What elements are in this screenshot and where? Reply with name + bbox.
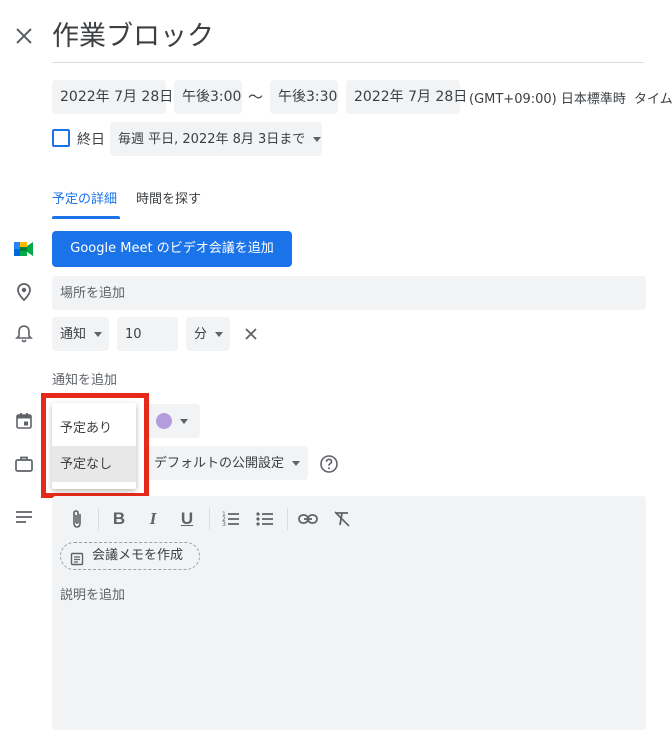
timezone-link[interactable]: タイム: [634, 88, 672, 107]
google-meet-icon: [14, 240, 34, 258]
toolbar-divider: [287, 508, 288, 530]
notification-unit-value: 分: [194, 327, 208, 342]
notification-amount-value: 10: [125, 327, 142, 342]
notification-amount-input[interactable]: 10: [117, 317, 178, 351]
menu-option-free[interactable]: 予定なし: [52, 446, 136, 482]
tab-find-time[interactable]: 時間を探す: [136, 188, 201, 218]
notification-type-select[interactable]: 通知: [52, 317, 109, 351]
toolbar-divider: [209, 508, 210, 530]
location-pin-icon: [14, 282, 34, 302]
toolbar-divider: [98, 508, 99, 530]
tab-details-underline: [52, 216, 120, 219]
create-meeting-notes-button[interactable]: 会議メモを作成: [60, 542, 200, 570]
description-icon: [15, 510, 33, 524]
italic-icon[interactable]: I: [142, 508, 164, 530]
event-title: 作業ブロック: [52, 21, 214, 52]
calendar-icon: [15, 412, 33, 430]
numbered-list-icon[interactable]: 123: [220, 508, 242, 530]
chevron-down-icon: [313, 136, 322, 142]
bell-icon: [15, 324, 33, 344]
bulleted-list-icon[interactable]: [254, 508, 276, 530]
menu-option-busy-label: 予定あり: [60, 421, 113, 436]
notes-doc-icon: [70, 549, 84, 566]
briefcase-icon: [14, 455, 34, 473]
calendar-color-dot: [156, 413, 172, 429]
visibility-value: デフォルトの公開設定: [154, 456, 285, 471]
start-time-field[interactable]: 午後3:00: [174, 80, 242, 114]
time-separator: 〜: [248, 88, 264, 106]
description-placeholder: 説明を追加: [60, 588, 126, 603]
end-date-field[interactable]: 2022年 7月 28日: [346, 80, 467, 114]
event-title-input[interactable]: 作業ブロック: [52, 12, 644, 63]
location-placeholder: 場所を追加: [60, 286, 126, 301]
chevron-down-icon: [94, 331, 103, 337]
notification-type-value: 通知: [60, 327, 87, 342]
attachment-icon[interactable]: [66, 508, 88, 530]
create-meeting-notes-label: 会議メモを作成: [92, 548, 184, 563]
busy-status-menu: 予定あり 予定なし: [52, 403, 136, 489]
svg-text:3: 3: [222, 521, 226, 528]
allday-label: 終日: [77, 132, 105, 148]
chevron-down-icon: [215, 331, 224, 337]
menu-option-busy[interactable]: 予定あり: [52, 410, 136, 446]
menu-option-free-label: 予定なし: [60, 457, 113, 472]
tab-find-time-label: 時間を探す: [136, 192, 202, 207]
allday-checkbox[interactable]: [52, 129, 70, 147]
link-icon[interactable]: [297, 508, 319, 530]
chevron-down-icon: [292, 460, 301, 466]
clear-formatting-icon[interactable]: [331, 508, 353, 530]
add-notification-link[interactable]: 通知を追加: [52, 369, 117, 388]
chevron-down-icon: [180, 418, 188, 424]
notification-unit-select[interactable]: 分: [186, 317, 230, 351]
start-date-field[interactable]: 2022年 7月 28日: [52, 80, 173, 114]
add-meet-button-label: Google Meet のビデオ会議を追加: [70, 241, 274, 256]
close-icon[interactable]: [12, 24, 36, 48]
timezone-label: (GMT+09:00) 日本標準時: [469, 92, 626, 107]
tab-details-label: 予定の詳細: [52, 192, 118, 207]
help-icon[interactable]: [319, 454, 339, 474]
recurrence-value: 毎週 平日, 2022年 8月 3日まで: [118, 132, 306, 147]
end-time-field[interactable]: 午後3:30: [270, 80, 338, 114]
calendar-color-select[interactable]: [146, 404, 200, 438]
bold-icon[interactable]: B: [108, 508, 130, 530]
underline-icon[interactable]: U: [176, 508, 198, 530]
recurrence-select[interactable]: 毎週 平日, 2022年 8月 3日まで: [110, 122, 322, 156]
tab-details[interactable]: 予定の詳細: [52, 188, 117, 218]
description-editor[interactable]: [52, 496, 646, 730]
visibility-select[interactable]: デフォルトの公開設定: [146, 446, 308, 480]
location-input[interactable]: 場所を追加: [52, 276, 646, 310]
remove-notification-icon[interactable]: [244, 327, 258, 341]
add-meet-button[interactable]: Google Meet のビデオ会議を追加: [52, 231, 292, 267]
